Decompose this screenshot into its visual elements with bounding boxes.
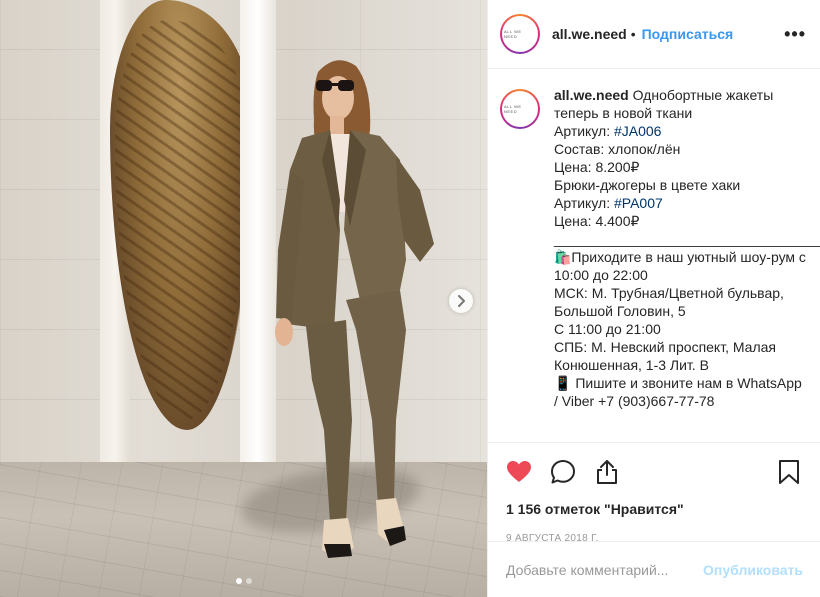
share-upload-icon <box>597 459 617 484</box>
avatar-logo-text: ALL WE NEED <box>504 29 522 39</box>
caption-line: Артикул: <box>554 123 614 139</box>
comments-section[interactable]: ALL WE NEED all.we.need Однобортные жаке… <box>488 69 820 442</box>
caption-line: МСК: М. Трубная/Цветной бульвар, Большой… <box>554 285 788 319</box>
hashtag-link[interactable]: #PA007 <box>614 195 663 211</box>
caption-line: Цена: 8.200₽ <box>554 159 640 175</box>
carousel-dot <box>245 578 252 584</box>
hashtag-link[interactable]: #JA006 <box>614 123 661 139</box>
caption-line: Артикул: <box>554 195 614 211</box>
carousel-next-button[interactable] <box>449 289 473 313</box>
chevron-right-icon <box>458 295 465 307</box>
username-link[interactable]: all.we.need <box>552 26 627 42</box>
comment-bubble-icon <box>551 459 575 483</box>
caption-line: 📱 Пишите и звоните нам в WhatsApp / Vibe… <box>554 375 806 409</box>
more-options-icon[interactable]: ••• <box>784 25 806 43</box>
heart-filled-icon <box>507 460 531 482</box>
publish-button[interactable]: Опубликовать <box>703 562 803 578</box>
likes-count[interactable]: 1 156 отметок "Нравится" <box>488 501 820 519</box>
share-button[interactable] <box>592 457 622 487</box>
instagram-post: ALL WE NEED all.we.need • Подписаться ••… <box>0 0 820 597</box>
bookmark-icon <box>779 459 799 484</box>
comment-button[interactable] <box>548 457 578 487</box>
like-button[interactable] <box>504 457 534 487</box>
carousel-dot-active <box>235 578 242 584</box>
caption-line: 🛍️Приходите в наш уютный шоу-рум с 10:00… <box>554 249 810 283</box>
caption-line: ____________________________________ <box>554 231 820 247</box>
caption-username[interactable]: all.we.need <box>554 87 629 103</box>
caption-line: СПБ: М. Невский проспект, Малая Конюшенн… <box>554 339 780 373</box>
separator: • <box>630 26 636 42</box>
caption-line: Состав: хлопок/лён <box>554 141 681 157</box>
caption-line: С 11:00 до 21:00 <box>554 321 661 337</box>
avatar[interactable]: ALL WE NEED <box>500 14 540 54</box>
post-photo[interactable] <box>0 0 487 597</box>
avatar-logo-text: ALL WE NEED <box>504 104 522 114</box>
caption-line: Цена: 4.400₽ <box>554 213 640 229</box>
model-figure <box>275 60 434 558</box>
caption-line: Брюки-джогеры в цвете хаки <box>554 177 741 193</box>
comment-input[interactable] <box>506 561 704 578</box>
carousel-indicator <box>0 578 487 584</box>
save-button[interactable] <box>774 457 804 487</box>
action-bar <box>488 442 820 500</box>
follow-button[interactable]: Подписаться <box>642 26 734 42</box>
post-caption: all.we.need Однобортные жакеты теперь в … <box>554 86 820 442</box>
post-details-panel: ALL WE NEED all.we.need • Подписаться ••… <box>487 0 820 597</box>
post-header: ALL WE NEED all.we.need • Подписаться ••… <box>488 0 820 69</box>
caption-avatar[interactable]: ALL WE NEED <box>500 89 540 129</box>
add-comment-bar: Опубликовать <box>488 541 820 597</box>
